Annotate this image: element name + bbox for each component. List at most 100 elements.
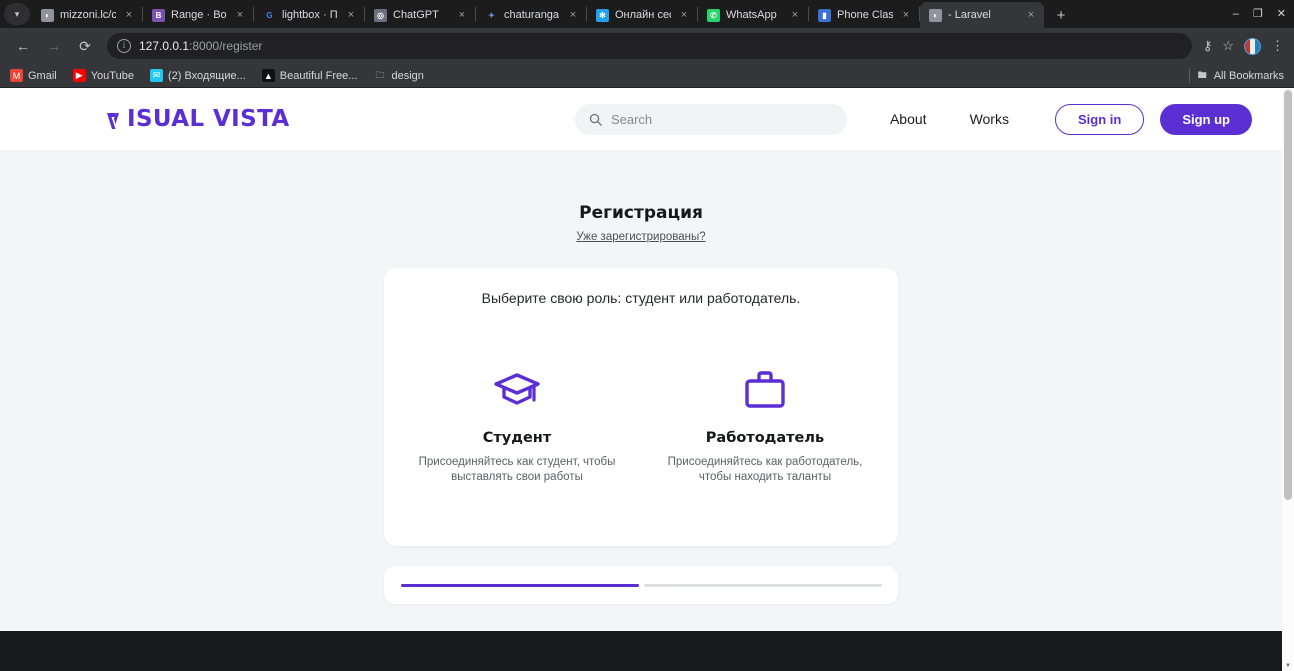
maximize-button[interactable]: ❐ (1253, 8, 1263, 20)
tab-close-button[interactable]: × (344, 8, 358, 22)
tab-strip: ▾ ◐mizzoni.lc/cart×BRange · Bootstr×Glig… (0, 0, 1294, 28)
tab-title: ChatGPT (393, 9, 439, 21)
site-header: ISUAL VISTA Search About Works Sign in S… (0, 88, 1282, 150)
browser-tab[interactable]: ✦ chaturanga.lc × (476, 2, 586, 28)
search-placeholder: Search (610, 111, 653, 127)
address-bar[interactable]: i 127.0.0.1:8000/register (107, 33, 1192, 59)
url-host: 127.0.0.1 (139, 39, 190, 53)
tab-close-button[interactable]: × (677, 8, 691, 22)
bookmark-label: Gmail (28, 69, 57, 82)
all-bookmarks-button[interactable]: 🖿 All Bookmarks (1196, 69, 1284, 82)
role-description-employer: Присоединяйтесь как работодатель, чтобы … (667, 456, 863, 484)
tab-close-button[interactable]: × (566, 8, 580, 22)
scroll-down-arrow[interactable]: ▼ (1282, 661, 1294, 671)
browser-tab[interactable]: Glightbox · Поис × (254, 2, 364, 28)
globe-icon: ◐ (41, 8, 54, 22)
sign-up-button[interactable]: Sign up (1160, 103, 1252, 135)
bookmark-label: (2) Входящие... (167, 69, 246, 82)
logo-text: ISUAL VISTA (127, 106, 290, 132)
three-dot-menu-icon[interactable]: ⋮ (1271, 38, 1284, 54)
role-option-student[interactable]: Студент Присоединяйтесь как студент, что… (393, 368, 641, 486)
nav-works[interactable]: Works (970, 111, 1009, 127)
site-footer (0, 631, 1282, 671)
role-options: Студент Присоединяйтесь как студент, что… (384, 368, 898, 486)
page-scrollbar[interactable]: ▲ ▼ (1282, 88, 1294, 671)
tab-search-menu-button[interactable]: ▾ (4, 3, 30, 25)
tab-close-button[interactable]: × (122, 8, 136, 22)
registration-progress (384, 566, 898, 604)
search-icon (589, 113, 602, 126)
tab-title: mizzoni.lc/cart (60, 9, 116, 21)
bookmark-icon: ▮ (818, 8, 831, 22)
browser-tab[interactable]: ◐ mizzoni.lc/cart × (32, 2, 142, 28)
close-window-button[interactable]: ✕ (1277, 8, 1286, 20)
tab-close-button[interactable]: × (899, 8, 913, 22)
profile-avatar[interactable] (1244, 37, 1261, 55)
nav-about[interactable]: About (890, 111, 927, 127)
star-icon[interactable]: ☆ (1222, 38, 1234, 54)
browser-tab[interactable]: B Range · Bootstr × (143, 2, 253, 28)
unsplash-icon: ▲ (261, 69, 275, 82)
youtube-icon: ▶ (72, 69, 86, 82)
page-viewport: ISUAL VISTA Search About Works Sign in S… (0, 88, 1294, 671)
header-actions: Search About Works Sign in Sign up (574, 103, 1252, 135)
google-icon: G (266, 10, 273, 20)
bookmark-label: design (391, 69, 424, 82)
mail-icon: ✉ (149, 69, 163, 82)
tab-close-button[interactable]: × (233, 8, 247, 22)
page-title: Регистрация (579, 203, 703, 223)
already-registered-link[interactable]: Уже зарегистрированы? (576, 231, 705, 243)
search-input[interactable]: Search (574, 103, 847, 135)
reload-icon[interactable]: ⟳ (72, 33, 98, 59)
bookmarks-divider (1188, 68, 1190, 83)
folder-icon: 🖿 (1197, 69, 1207, 80)
browser-tab[interactable]: ◎ ChatGPT × (365, 2, 475, 28)
browser-tab[interactable]: ✻ Онлайн сесси × (587, 2, 697, 28)
bookmark-item[interactable]: ▶ YouTube (72, 69, 134, 82)
bookmark-label: Beautiful Free... (279, 69, 358, 82)
bookmark-item[interactable]: M Gmail (10, 69, 57, 82)
globe-icon: ◐ (929, 8, 942, 22)
url-path: :8000/register (189, 39, 263, 53)
back-icon[interactable]: ← (10, 33, 36, 59)
url-text: 127.0.0.1:8000/register (139, 39, 262, 53)
role-description-student: Присоединяйтесь как студент, чтобы выста… (418, 456, 616, 484)
minimize-button[interactable]: – (1233, 8, 1239, 20)
main-content: Регистрация Уже зарегистрированы? Выбери… (0, 150, 1282, 631)
toolbar-actions: ⚷ ☆ ⋮ (1203, 37, 1284, 55)
role-name-employer: Работодатель (705, 430, 825, 446)
role-selection-card: Выберите свою роль: студент или работода… (384, 268, 898, 546)
bookmark-item[interactable]: 🗀 design (373, 69, 423, 82)
browser-window: ▾ ◐mizzoni.lc/cart×BRange · Bootstr×Glig… (0, 0, 1294, 671)
tab-title: Range · Bootstr (171, 9, 227, 21)
bookmark-item[interactable]: ✉ (2) Входящие... (149, 69, 246, 82)
browser-toolbar: ← → ⟳ i 127.0.0.1:8000/register ⚷ ☆ ⋮ (0, 28, 1294, 64)
site-info-icon[interactable]: i (117, 39, 131, 53)
graduation-cap-icon (493, 368, 541, 412)
browser-tab[interactable]: ▮ Phone Classic S × (809, 2, 919, 28)
web-page: ISUAL VISTA Search About Works Sign in S… (0, 88, 1282, 671)
forward-icon[interactable]: → (41, 33, 67, 59)
tab-close-button[interactable]: × (788, 8, 802, 22)
tab-title: - Laravel (948, 9, 991, 21)
site-logo[interactable]: ISUAL VISTA (106, 106, 290, 132)
role-prompt: Выберите свою роль: студент или работода… (481, 290, 801, 306)
scrollbar-thumb[interactable] (1284, 90, 1292, 500)
window-controls: – ❐ ✕ (1233, 0, 1294, 28)
tab-close-button[interactable]: × (1024, 8, 1038, 22)
browser-tab[interactable]: ◐ - Laravel × (920, 2, 1044, 28)
sign-in-button[interactable]: Sign in (1054, 103, 1145, 135)
bookmarks-bar: M Gmail ▶ YouTube ✉ (2) Входящие... ▲ Beautiful… (0, 64, 1294, 88)
tab-close-button[interactable]: × (455, 8, 469, 22)
key-icon[interactable]: ⚷ (1203, 38, 1213, 54)
progress-step-1 (400, 583, 639, 587)
whatsapp-icon: ✆ (707, 8, 720, 22)
tab-title: WhatsApp (726, 9, 777, 21)
browser-tab[interactable]: ✆ WhatsApp × (698, 2, 808, 28)
gmail-icon: M (10, 69, 23, 82)
role-option-employer[interactable]: Работодатель Присоединяйтесь как работод… (641, 368, 889, 486)
bookmark-item[interactable]: ▲ Beautiful Free... (261, 69, 358, 82)
tab-title: Phone Classic S (837, 9, 893, 21)
new-tab-button[interactable]: + (1050, 4, 1072, 26)
role-name-student: Студент (482, 430, 552, 446)
